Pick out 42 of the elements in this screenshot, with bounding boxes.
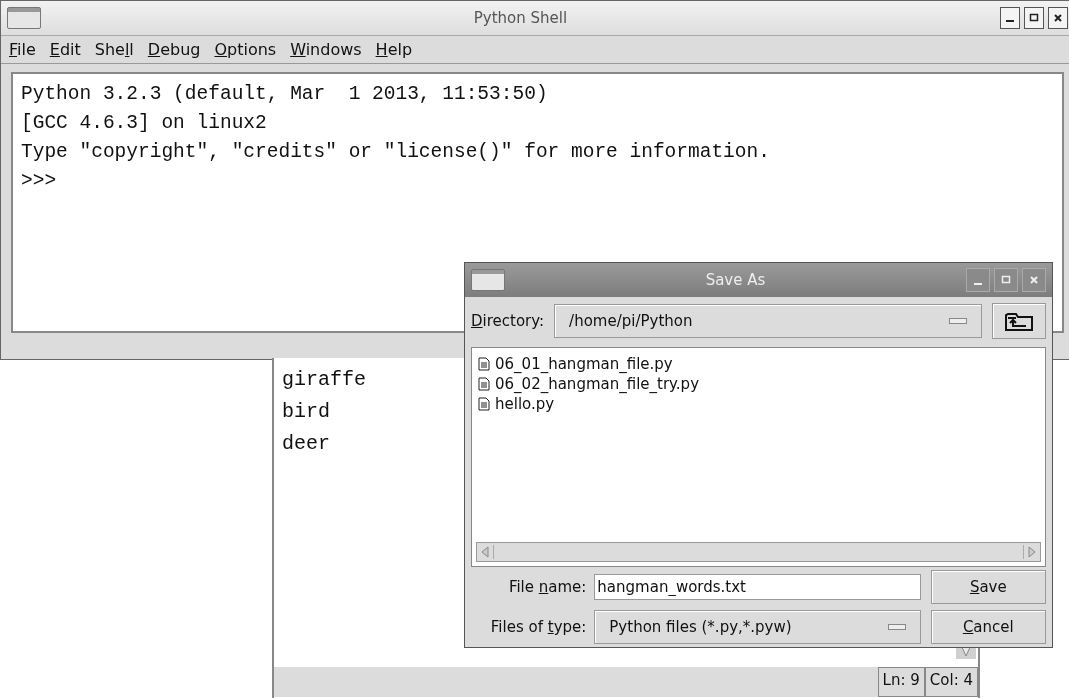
console-line: Python 3.2.3 (default, Mar 1 2013, 11:53:50) (21, 82, 549, 107)
console-line: [GCC 4.6.3] on linux2 (21, 111, 268, 136)
file-name-field[interactable]: hangman_words.txt (594, 574, 921, 600)
window-icon (471, 269, 505, 291)
code-line: deer (282, 431, 330, 457)
menu-item[interactable]: Windows (290, 40, 362, 59)
dialog-title: Save As (704, 271, 767, 289)
window-title: Python Shell (472, 9, 569, 27)
status-label: Col: 4 (924, 667, 978, 697)
cancel-button[interactable]: Cancel (930, 610, 1046, 644)
window-icon (7, 7, 41, 29)
directory-dropdown[interactable]: /home/pi/Python (554, 304, 982, 338)
document-icon (478, 357, 490, 371)
maximize-button[interactable] (1024, 7, 1044, 29)
console-line: >>> (21, 169, 58, 194)
directory-label: Directory: (471, 312, 545, 330)
scroll-left-arrow[interactable] (480, 545, 490, 559)
menu-item[interactable]: File (9, 40, 36, 59)
horizontal-scrollbar[interactable] (476, 542, 1041, 562)
status-label: Ln: 9 (877, 667, 925, 697)
code-line: giraffe (282, 367, 366, 393)
console-line: Type "copyright", "credits" or "license()" for more information. (21, 140, 771, 165)
menu-item[interactable]: Debug (147, 40, 201, 59)
file-type-dropdown[interactable]: Python files (*.py,*.pyw) (594, 610, 921, 644)
menu-item[interactable]: Edit (49, 40, 81, 59)
list-entry[interactable]: hello.py (478, 394, 1039, 414)
scroll-right-arrow[interactable] (1027, 545, 1037, 559)
menu-item[interactable]: Options (214, 40, 277, 59)
file-type-label: Files of type: (489, 618, 587, 636)
close-button[interactable] (1048, 7, 1068, 29)
list-entry[interactable]: 06_01_hangman_file.py (478, 354, 1039, 374)
save-button[interactable]: Save (930, 570, 1046, 604)
menu-item[interactable]: Shell (94, 40, 134, 59)
document-icon (478, 397, 490, 411)
menu-item[interactable]: Help (375, 40, 413, 59)
folder-up-icon (1004, 310, 1034, 332)
minimize-button[interactable] (1000, 7, 1020, 29)
document-icon (478, 377, 490, 391)
file-name-label: File name: (507, 578, 587, 596)
list-entry[interactable]: 06_02_hangman_file_try.py (478, 374, 1039, 394)
code-line: bird (282, 399, 330, 425)
parent-folder-button[interactable] (992, 303, 1046, 339)
